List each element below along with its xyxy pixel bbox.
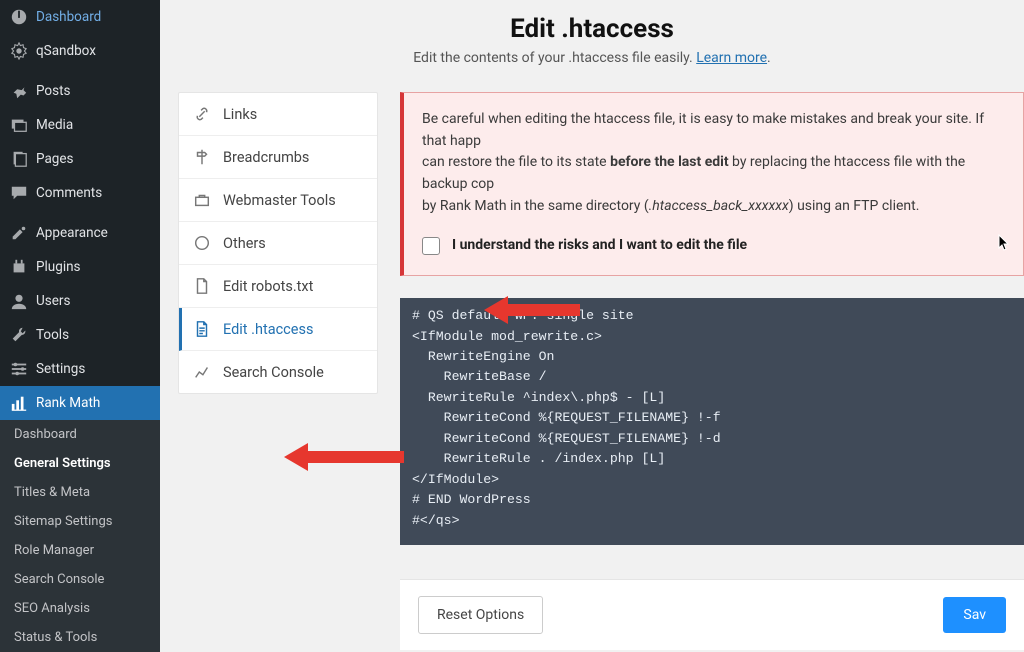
sidebar-item-users[interactable]: Users [0,284,160,318]
sidebar-item-plugins[interactable]: Plugins [0,250,160,284]
cursor-icon [998,234,1010,252]
warning-notice: Be careful when editing the htaccess fil… [400,92,1024,276]
submenu-status-tools[interactable]: Status & Tools [0,623,160,652]
tab-breadcrumbs[interactable]: Breadcrumbs [179,136,377,179]
file-lines-icon [193,320,211,338]
brush-icon [10,224,28,242]
sidebar-item-rank-math[interactable]: Rank Math [0,386,160,420]
content-area: Edit .htaccess Edit the contents of your… [160,0,1024,652]
sidebar-label: Dashboard [36,9,101,25]
tab-others[interactable]: Others [179,222,377,265]
actions-bar: Reset Options Sav [400,579,1024,650]
signpost-icon [193,148,211,166]
sidebar-submenu: Dashboard General Settings Titles & Meta… [0,420,160,652]
sidebar-item-tools[interactable]: Tools [0,318,160,352]
sidebar-label: qSandbox [36,43,96,59]
page-header: Edit .htaccess Edit the contents of your… [160,0,1024,92]
sidebar-label: Comments [36,185,102,201]
learn-more-link[interactable]: Learn more [696,50,767,66]
submenu-seo-analysis[interactable]: SEO Analysis [0,594,160,623]
gear-icon [10,42,28,60]
sidebar-item-posts[interactable]: Posts [0,74,160,108]
page-icon [10,150,28,168]
chart-icon [10,394,28,412]
sidebar-label: Plugins [36,259,81,275]
circle-icon [193,234,211,252]
media-icon [10,116,28,134]
file-icon [193,277,211,295]
annotation-arrow-icon [484,297,580,323]
sidebar-label: Posts [36,83,70,99]
graph-icon [193,363,211,381]
page-subtitle: Edit the contents of your .htaccess file… [200,50,984,66]
risk-checkbox-label: I understand the risks and I want to edi… [452,235,747,257]
wrench-icon [10,326,28,344]
sidebar-label: Media [36,117,73,133]
tab-webmaster-tools[interactable]: Webmaster Tools [179,179,377,222]
submenu-titles-meta[interactable]: Titles & Meta [0,478,160,507]
annotation-arrow-icon [284,444,404,470]
sidebar-label: Settings [36,361,85,377]
tab-edit-robots[interactable]: Edit robots.txt [179,265,377,308]
pin-icon [10,82,28,100]
link-icon [193,105,211,123]
tab-links[interactable]: Links [179,93,377,136]
sidebar-label: Pages [36,151,74,167]
sidebar-item-dashboard[interactable]: Dashboard [0,0,160,34]
user-icon [10,292,28,310]
submenu-role-manager[interactable]: Role Manager [0,536,160,565]
dashboard-icon [10,8,28,26]
tab-search-console[interactable]: Search Console [179,351,377,393]
submenu-search-console[interactable]: Search Console [0,565,160,594]
save-button[interactable]: Sav [943,597,1006,633]
sidebar-label: Appearance [36,225,108,241]
page-title: Edit .htaccess [200,14,984,44]
sidebar-label: Tools [36,327,69,343]
sidebar-item-pages[interactable]: Pages [0,142,160,176]
sidebar-item-qsandbox[interactable]: qSandbox [0,34,160,68]
comment-icon [10,184,28,202]
sidebar-label: Rank Math [36,395,100,411]
settings-tabs: Links Breadcrumbs Webmaster Tools Others… [178,92,378,394]
sliders-icon [10,360,28,378]
settings-panel: Be careful when editing the htaccess fil… [400,92,1024,650]
sidebar-item-settings[interactable]: Settings [0,352,160,386]
toolbox-icon [193,191,211,209]
sidebar-item-media[interactable]: Media [0,108,160,142]
sidebar-item-appearance[interactable]: Appearance [0,216,160,250]
submenu-dashboard[interactable]: Dashboard [0,420,160,449]
submenu-sitemap-settings[interactable]: Sitemap Settings [0,507,160,536]
reset-button[interactable]: Reset Options [418,596,543,634]
sidebar-label: Users [36,293,70,309]
htaccess-editor[interactable]: # QS default WP: single site <IfModule m… [400,298,1024,545]
tab-edit-htaccess[interactable]: Edit .htaccess [179,308,377,351]
plugin-icon [10,258,28,276]
wp-admin-sidebar: Dashboard qSandbox Posts Media Pages Com… [0,0,160,652]
submenu-general-settings[interactable]: General Settings [0,449,160,478]
sidebar-item-comments[interactable]: Comments [0,176,160,210]
risk-checkbox[interactable] [422,237,440,255]
